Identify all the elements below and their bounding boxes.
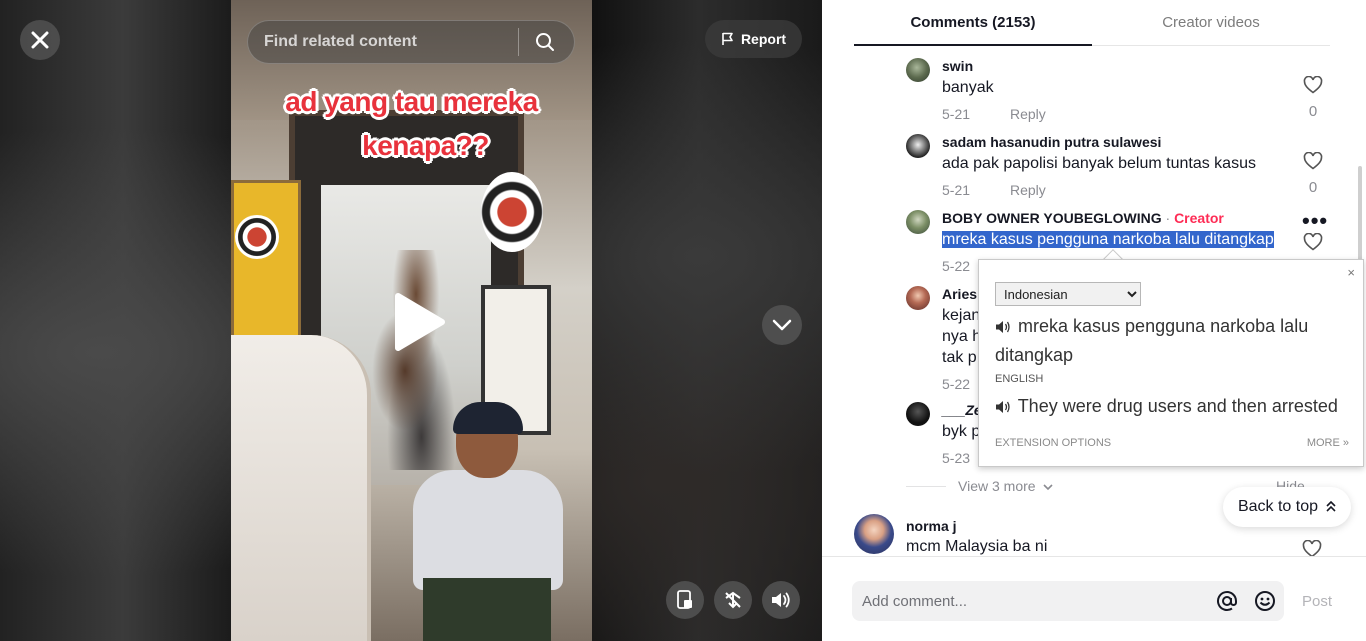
view-more-label: View 3 more [958, 478, 1036, 494]
scene-logo-left [235, 215, 279, 259]
auto-scroll-icon [725, 591, 741, 609]
scene-desk [231, 335, 371, 641]
tab-creator-videos[interactable]: Creator videos [1092, 0, 1330, 45]
scene-shirt [413, 470, 563, 590]
video-caption-line-2: kenapa?? [362, 130, 489, 161]
speaker-icon[interactable] [995, 396, 1013, 420]
comment-input-box [852, 581, 1284, 621]
reply-date: 5-21 [942, 106, 971, 122]
next-video-button[interactable] [762, 305, 802, 345]
reply-text-line: nya h [942, 328, 982, 345]
reply-text: ada pak papolisi banyak belum tuntas kas… [942, 155, 1256, 172]
close-button[interactable] [20, 20, 60, 60]
volume-button[interactable] [762, 581, 800, 619]
reply-username[interactable]: swin [942, 58, 973, 74]
source-language-select[interactable]: Indonesian [995, 282, 1141, 306]
like-count: 0 [1308, 179, 1318, 196]
at-sign-icon [1217, 591, 1237, 611]
scene-cap [453, 402, 523, 434]
reply-date: 5-21 [942, 182, 971, 198]
find-related-search [247, 20, 575, 64]
like-count: 0 [1308, 103, 1318, 120]
scene-shorts [423, 578, 551, 641]
comment-username[interactable]: norma j [906, 518, 957, 534]
chevron-down-icon [1043, 484, 1054, 491]
mini-player-button[interactable] [666, 581, 704, 619]
avatar[interactable] [906, 210, 930, 234]
like-control[interactable]: 0 [1302, 151, 1324, 196]
speaker-icon[interactable] [995, 315, 1013, 342]
reply-date: 5-23 [942, 450, 971, 466]
creator-badge: Creator [1174, 210, 1224, 226]
source-text-value: mreka kasus pengguna narkoba lalu ditang… [995, 316, 1309, 365]
post-button[interactable]: Post [1302, 593, 1332, 610]
chevron-down-icon [772, 319, 792, 331]
reply-username[interactable]: BOBY OWNER YOUBEGLOWING · Creator [942, 210, 1224, 226]
more-link[interactable]: MORE » [1307, 437, 1349, 449]
reply-date: 5-22 [942, 258, 971, 274]
avatar[interactable] [906, 286, 930, 310]
avatar[interactable] [906, 134, 930, 158]
reply-text-line: kejan [942, 307, 981, 324]
reply-item: swin banyak 5-21 Reply 0 [906, 58, 1326, 122]
comment-input[interactable] [852, 592, 1208, 610]
reply-text: banyak [942, 79, 994, 96]
mention-button[interactable] [1208, 590, 1246, 612]
comment-composer: Post [822, 556, 1366, 641]
tab-comments[interactable]: Comments (2153) [854, 0, 1092, 46]
report-label: Report [740, 31, 787, 47]
translated-text: They were drug users and then arrested [995, 394, 1355, 420]
double-chevron-up-icon [1326, 501, 1336, 512]
comment-item: norma j mcm Malaysia ba ni [854, 514, 1334, 558]
video-caption-line-1: ad yang tau mereka [285, 86, 538, 117]
translation-popup: × Indonesian mreka kasus pengguna narkob… [978, 259, 1364, 467]
target-language-label: ENGLISH [995, 373, 1044, 385]
search-icon[interactable] [519, 32, 571, 52]
more-options-icon[interactable]: ••• [1302, 210, 1328, 232]
emoji-button[interactable] [1246, 590, 1284, 612]
like-control[interactable]: 0 [1302, 75, 1324, 120]
scene-logo-right [481, 172, 543, 252]
report-button[interactable]: Report [705, 20, 802, 58]
search-input[interactable] [248, 33, 518, 51]
reply-button[interactable]: Reply [1010, 182, 1046, 198]
video-player[interactable]: ad yang tau mereka kenapa?? Report [0, 0, 822, 641]
auto-scroll-button[interactable] [714, 581, 752, 619]
reply-username[interactable]: sadam hasanudin putra sulawesi [942, 134, 1161, 150]
reply-date: 5-22 [942, 376, 971, 392]
source-text: mreka kasus pengguna narkoba lalu ditang… [995, 313, 1345, 369]
mini-player-icon [677, 590, 692, 609]
creator-name[interactable]: BOBY OWNER YOUBEGLOWING [942, 210, 1162, 226]
reply-item: sadam hasanudin putra sulawesi ada pak p… [906, 134, 1326, 198]
reply-text-line: tak p [942, 349, 977, 366]
emoji-icon [1255, 591, 1275, 611]
heart-icon [1303, 151, 1323, 170]
reply-text: byk p [942, 423, 981, 440]
translated-text-value: They were drug users and then arrested [1017, 396, 1338, 416]
scene-man [401, 400, 571, 641]
heart-icon [1303, 232, 1323, 251]
extension-options-link[interactable]: EXTENSION OPTIONS [995, 437, 1111, 449]
volume-icon [772, 592, 790, 608]
avatar[interactable] [906, 58, 930, 82]
play-icon[interactable] [384, 290, 448, 354]
separator-dot: · [1161, 210, 1175, 226]
view-more-replies-button[interactable]: View 3 more [958, 478, 1054, 494]
reply-username[interactable]: Aries [942, 286, 977, 302]
reply-text: mreka kasus pengguna narkoba lalu ditang… [942, 231, 1274, 249]
flag-icon [722, 32, 733, 45]
close-icon [31, 31, 49, 49]
reply-button[interactable]: Reply [1010, 106, 1046, 122]
comment-text: mcm Malaysia ba ni [906, 538, 1048, 555]
close-icon[interactable]: × [1347, 265, 1355, 280]
view-more-divider [906, 486, 946, 487]
page-root: ad yang tau mereka kenapa?? Report [0, 0, 1366, 641]
selected-text[interactable]: mreka kasus pengguna narkoba lalu ditang… [942, 231, 1274, 248]
heart-icon [1303, 75, 1323, 94]
reply-username[interactable]: ___Ze [942, 402, 982, 418]
like-control[interactable] [1302, 232, 1324, 256]
panel-tabs: Comments (2153) Creator videos [854, 0, 1330, 46]
avatar[interactable] [906, 402, 930, 426]
avatar[interactable] [854, 514, 894, 554]
